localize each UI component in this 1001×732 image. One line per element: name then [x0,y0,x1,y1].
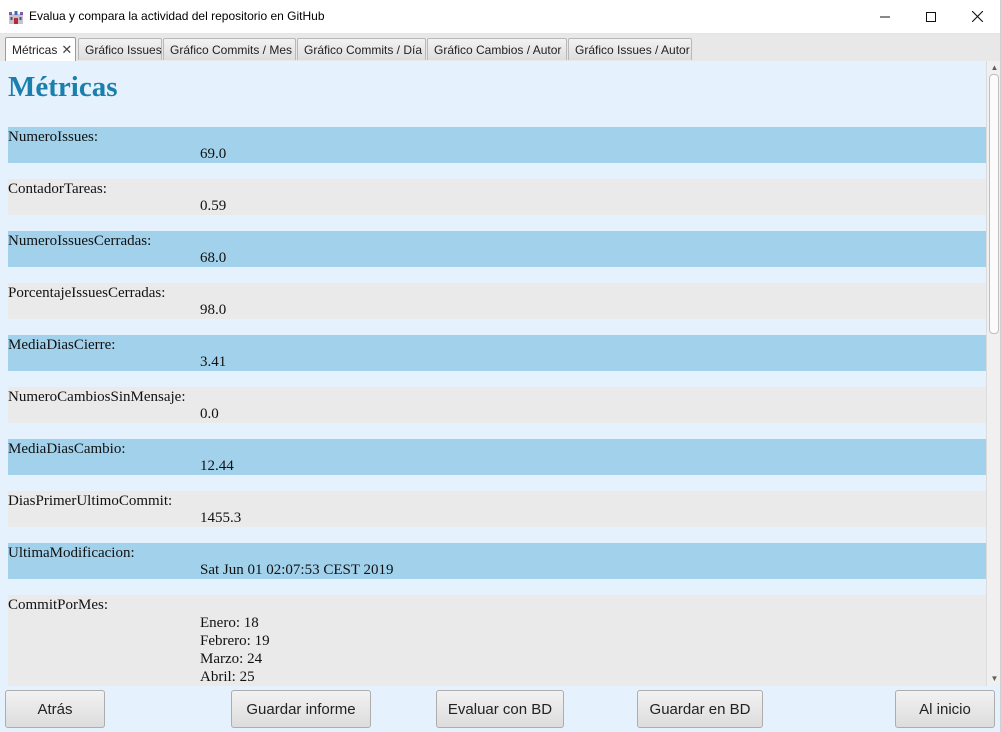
metric-row-commit-por-mes: CommitPorMes: Enero: 18 Febrero: 19 Marz… [8,595,986,686]
list-item: Marzo: 24 [200,651,263,667]
tab-label: Gráfico Issues [85,43,162,57]
metric-row-ultima-modificacion: UltimaModificacion: Sat Jun 01 02:07:53 … [8,543,986,579]
minimize-button[interactable] [862,0,908,33]
metric-value: 12.44 [200,458,234,474]
tab-grafico-issues-autor[interactable]: Gráfico Issues / Autor [568,38,692,60]
metric-value: 68.0 [200,250,227,266]
metric-row-media-dias-cierre: MediaDiasCierre: 3.41 [8,335,986,371]
tab-bar: Métricas ✕ Gráfico Issues Gráfico Commits… [0,34,1001,62]
metrics-panel: Métricas NumeroIssues: 69.0 ContadorTare… [0,61,986,686]
metric-label: NumeroIssues: [8,129,98,145]
close-window-button[interactable] [954,0,1000,33]
metric-row-numero-issues-cerradas: NumeroIssuesCerradas: 68.0 [8,231,986,267]
atras-button[interactable]: Atrás [5,690,105,728]
metric-value: 0.59 [200,198,227,214]
window-title: Evalua y compara la actividad del reposi… [29,9,325,23]
metric-value: Sat Jun 01 02:07:53 CEST 2019 [200,562,394,578]
tab-grafico-cambios-autor[interactable]: Gráfico Cambios / Autor [427,38,567,60]
list-item: Febrero: 19 [200,633,270,649]
metric-row-contador-tareas: ContadorTareas: 0.59 [8,179,986,215]
metric-label: UltimaModificacion: [8,545,135,561]
tab-label: Gráfico Commits / Mes [170,43,293,57]
tab-label: Gráfico Commits / Día [304,43,423,57]
metric-row-media-dias-cambio: MediaDiasCambio: 12.44 [8,439,986,475]
maximize-button[interactable] [908,0,954,33]
evaluar-con-bd-button[interactable]: Evaluar con BD [436,690,564,728]
metric-label: MediaDiasCambio: [8,441,126,457]
tab-label: Gráfico Issues / Autor [575,43,690,57]
castle-app-icon [9,11,23,24]
metric-label: PorcentajeIssuesCerradas: [8,285,166,301]
metric-row-numero-cambios-sin-mensaje: NumeroCambiosSinMensaje: 0.0 [8,387,986,423]
metric-value: 0.0 [200,406,219,422]
metric-label: MediaDiasCierre: [8,337,116,353]
title-bar: Evalua y compara la actividad del reposi… [0,0,1001,34]
bottom-button-bar: Atrás Guardar informe Evaluar con BD Gua… [0,686,1001,732]
tab-label: Gráfico Cambios / Autor [434,43,562,57]
metric-row-numero-issues: NumeroIssues: 69.0 [8,127,986,163]
metric-value: 1455.3 [200,510,242,526]
metric-row-dias-primer-ultimo-commit: DiasPrimerUltimoCommit: 1455.3 [8,491,986,527]
scroll-thumb[interactable] [989,74,999,334]
scroll-up-icon[interactable]: ▲ [990,63,999,72]
tab-metricas[interactable]: Métricas ✕ [5,37,76,61]
minimize-icon [880,16,890,17]
metric-label: NumeroCambiosSinMensaje: [8,389,186,405]
list-item: Abril: 25 [200,669,255,685]
page-title: Métricas [8,71,118,103]
guardar-en-bd-button[interactable]: Guardar en BD [637,690,763,728]
close-icon [971,11,983,22]
list-item: Enero: 18 [200,615,259,631]
tab-grafico-commits-dia[interactable]: Gráfico Commits / Día [297,38,426,60]
metric-value: 3.41 [200,354,227,370]
tab-label: Métricas [12,43,58,57]
maximize-icon [926,11,936,22]
tab-grafico-commits-mes[interactable]: Gráfico Commits / Mes [163,38,296,60]
metric-label: NumeroIssuesCerradas: [8,233,152,249]
vertical-scrollbar[interactable]: ▲ ▼ [986,61,1001,686]
metric-label: CommitPorMes: [8,597,109,613]
guardar-informe-button[interactable]: Guardar informe [231,690,371,728]
commit-por-mes-list: Enero: 18 Febrero: 19 Marzo: 24 Abril: 2… [200,614,270,686]
metric-value: 69.0 [200,146,227,162]
tab-grafico-issues[interactable]: Gráfico Issues [78,38,162,60]
metric-label: DiasPrimerUltimoCommit: [8,493,173,509]
tab-close-icon[interactable]: ✕ [61,42,72,57]
metric-row-porcentaje-issues-cerradas: PorcentajeIssuesCerradas: 98.0 [8,283,986,319]
metric-label: ContadorTareas: [8,181,107,197]
al-inicio-button[interactable]: Al inicio [895,690,995,728]
metric-value: 98.0 [200,302,227,318]
scroll-down-icon[interactable]: ▼ [990,674,999,683]
